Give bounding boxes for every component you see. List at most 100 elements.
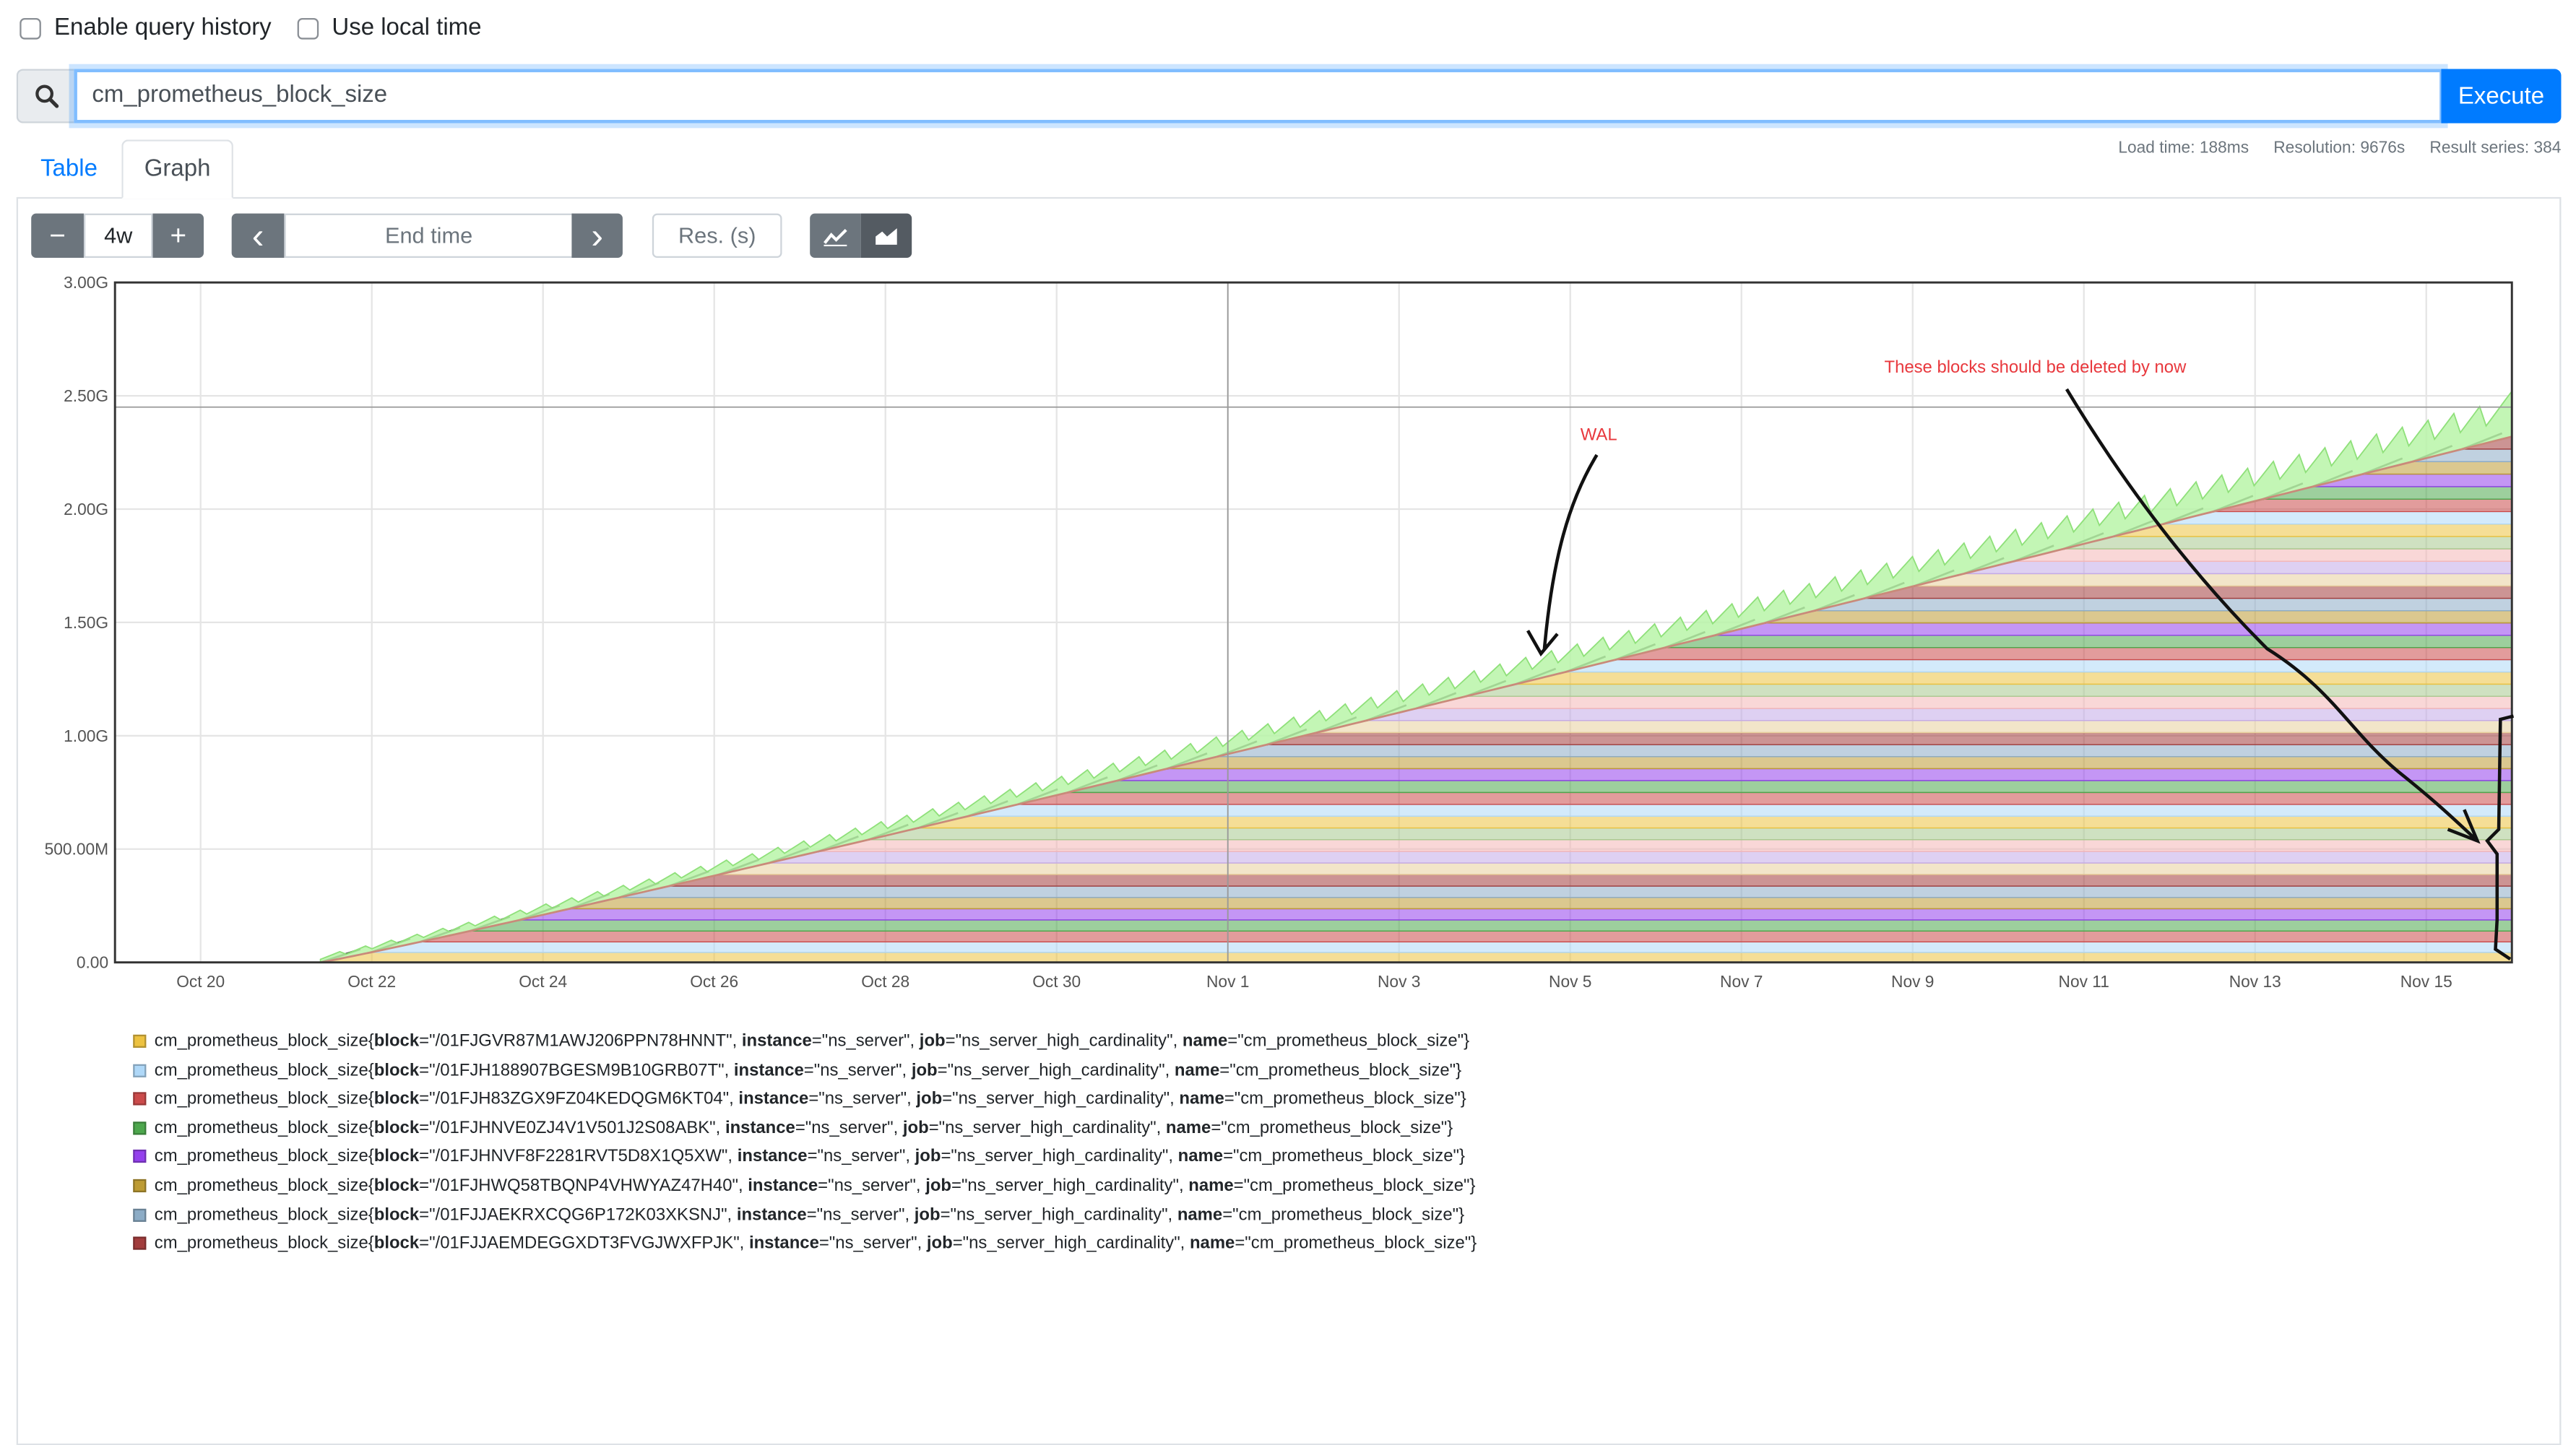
query-history-label: Enable query history xyxy=(54,14,272,41)
block-series-area xyxy=(719,862,2512,875)
range-decrease-button[interactable]: − xyxy=(31,213,84,259)
block-series-area xyxy=(917,815,2512,829)
block-series-area xyxy=(1266,732,2512,745)
legend-item[interactable]: cm_prometheus_block_size{block="/01FJHWQ… xyxy=(133,1176,1476,1196)
y-tick-label: 2.00G xyxy=(64,500,108,518)
legend-swatch xyxy=(133,1121,147,1135)
range-increase-button[interactable]: + xyxy=(152,213,204,259)
resolution-input[interactable]: Res. (s) xyxy=(652,213,782,259)
y-tick-label: 2.50G xyxy=(64,386,108,405)
legend-swatch xyxy=(133,1179,147,1193)
x-tick-label: Nov 7 xyxy=(1720,972,1763,991)
tab-table[interactable]: Table xyxy=(20,139,118,199)
y-tick-label: 3.00G xyxy=(64,273,108,292)
x-tick-label: Oct 28 xyxy=(861,972,909,991)
block-series-area xyxy=(1466,683,2512,697)
legend-swatch xyxy=(133,1063,147,1077)
block-series-area xyxy=(1316,720,2512,734)
legend-item[interactable]: cm_prometheus_block_size{block="/01FJHNV… xyxy=(133,1147,1465,1167)
x-tick-label: Oct 20 xyxy=(176,972,225,991)
x-tick-label: Oct 30 xyxy=(1032,972,1081,991)
legend-swatch xyxy=(133,1150,147,1164)
block-series-area xyxy=(1664,635,2512,648)
result-series: Result series: 384 xyxy=(2429,139,2562,158)
block-series-area xyxy=(420,930,2512,943)
legend-label: cm_prometheus_block_size{block="/01FJHWQ… xyxy=(154,1176,1476,1196)
block-series-area xyxy=(967,804,2512,817)
x-tick-label: Oct 22 xyxy=(347,972,396,991)
local-time-label: Use local time xyxy=(332,14,482,41)
stacked-area-chart-icon xyxy=(876,227,897,244)
legend-label: cm_prometheus_block_size{block="/01FJH83… xyxy=(154,1089,1466,1109)
block-series-area xyxy=(1516,671,2512,685)
x-tick-label: Oct 26 xyxy=(690,972,738,991)
block-series-area xyxy=(1764,609,2512,624)
legend-item[interactable]: cm_prometheus_block_size{block="/01FJJAE… xyxy=(133,1205,1465,1225)
legend-label: cm_prometheus_block_size{block="/01FJJAE… xyxy=(154,1205,1465,1225)
annotation-deleted-blocks: These blocks should be deleted by now xyxy=(1885,357,2187,377)
block-series-area xyxy=(2113,524,2512,537)
legend-item[interactable]: cm_prometheus_block_size{block="/01FJH83… xyxy=(133,1089,1466,1109)
block-series-area xyxy=(1565,659,2512,673)
end-time-input[interactable]: End time xyxy=(284,213,574,259)
block-series-area xyxy=(470,919,2512,932)
x-tick-label: Nov 15 xyxy=(2400,972,2452,991)
annotation-wal-arrow xyxy=(1526,454,1599,657)
range-input[interactable]: 4w xyxy=(83,213,153,259)
load-time: Load time: 188ms xyxy=(2118,139,2249,158)
x-tick-label: Nov 3 xyxy=(1378,972,1420,991)
execute-button[interactable]: Execute xyxy=(2441,69,2562,123)
legend-item[interactable]: cm_prometheus_block_size{block="/01FJJAE… xyxy=(133,1233,1477,1254)
legend-label: cm_prometheus_block_size{block="/01FJHNV… xyxy=(154,1147,1465,1167)
block-series-area xyxy=(1216,744,2512,758)
block-series-area xyxy=(2063,536,2512,550)
stacked-chart-button[interactable] xyxy=(860,213,912,259)
line-chart-icon xyxy=(824,227,847,246)
block-series-area xyxy=(1167,756,2512,770)
block-series-area xyxy=(1117,768,2512,781)
block-series-area xyxy=(1914,573,2512,587)
legend-item[interactable]: cm_prometheus_block_size{block="/01FJHNV… xyxy=(133,1118,1453,1138)
legend-label: cm_prometheus_block_size{block="/01FJGVR… xyxy=(154,1031,1470,1051)
x-tick-label: Nov 11 xyxy=(2059,972,2109,991)
legend-item[interactable]: cm_prometheus_block_size{block="/01FJGVR… xyxy=(133,1031,1469,1051)
expression-input[interactable]: cm_prometheus_block_size xyxy=(74,69,2443,123)
legend-swatch xyxy=(133,1207,147,1222)
search-icon xyxy=(35,84,59,108)
x-tick-label: Nov 1 xyxy=(1206,972,1249,991)
query-history-checkbox[interactable] xyxy=(20,17,41,39)
legend-swatch xyxy=(133,1092,147,1106)
y-tick-label: 1.00G xyxy=(64,726,108,745)
y-tick-label: 1.50G xyxy=(64,613,108,632)
block-series-area xyxy=(370,941,2512,953)
block-series-area xyxy=(519,908,2512,921)
next-time-button[interactable]: › xyxy=(571,213,623,259)
annotation-wal: WAL xyxy=(1581,425,1617,444)
block-series-area xyxy=(1017,791,2512,805)
legend-item[interactable]: cm_prometheus_block_size{block="/01FJH18… xyxy=(133,1060,1461,1080)
x-tick-label: Nov 9 xyxy=(1891,972,1934,991)
query-history-option[interactable]: Enable query history xyxy=(20,14,272,41)
legend-label: cm_prometheus_block_size{block="/01FJHNV… xyxy=(154,1118,1453,1138)
x-tick-label: Nov 5 xyxy=(1549,972,1591,991)
stacked-area-chart[interactable]: 0.00 500.00M 1.00G 1.50G 2.00G 2.50G 3.00G Oct … xyxy=(0,263,2576,1002)
legend-label: cm_prometheus_block_size{block="/01FJJAE… xyxy=(154,1233,1477,1254)
block-series-area xyxy=(1416,695,2512,709)
block-series-area xyxy=(569,897,2512,910)
prev-time-button[interactable]: ‹ xyxy=(231,213,285,259)
block-series-area xyxy=(1963,560,2512,575)
local-time-checkbox[interactable] xyxy=(297,17,319,39)
tab-graph[interactable]: Graph xyxy=(121,139,233,199)
block-series-area xyxy=(2163,511,2512,525)
block-series-area xyxy=(768,851,2512,864)
local-time-option[interactable]: Use local time xyxy=(297,14,482,41)
y-tick-label: 0.00 xyxy=(77,953,108,972)
x-tick-label: Nov 13 xyxy=(2229,972,2281,991)
block-series-area xyxy=(818,839,2512,852)
resolution: Resolution: 9676s xyxy=(2273,139,2406,158)
block-series-area xyxy=(2013,548,2512,562)
block-series-area xyxy=(1615,646,2512,661)
block-series-area xyxy=(1814,597,2512,612)
line-chart-button[interactable] xyxy=(810,213,861,259)
block-series-area xyxy=(320,952,2512,963)
